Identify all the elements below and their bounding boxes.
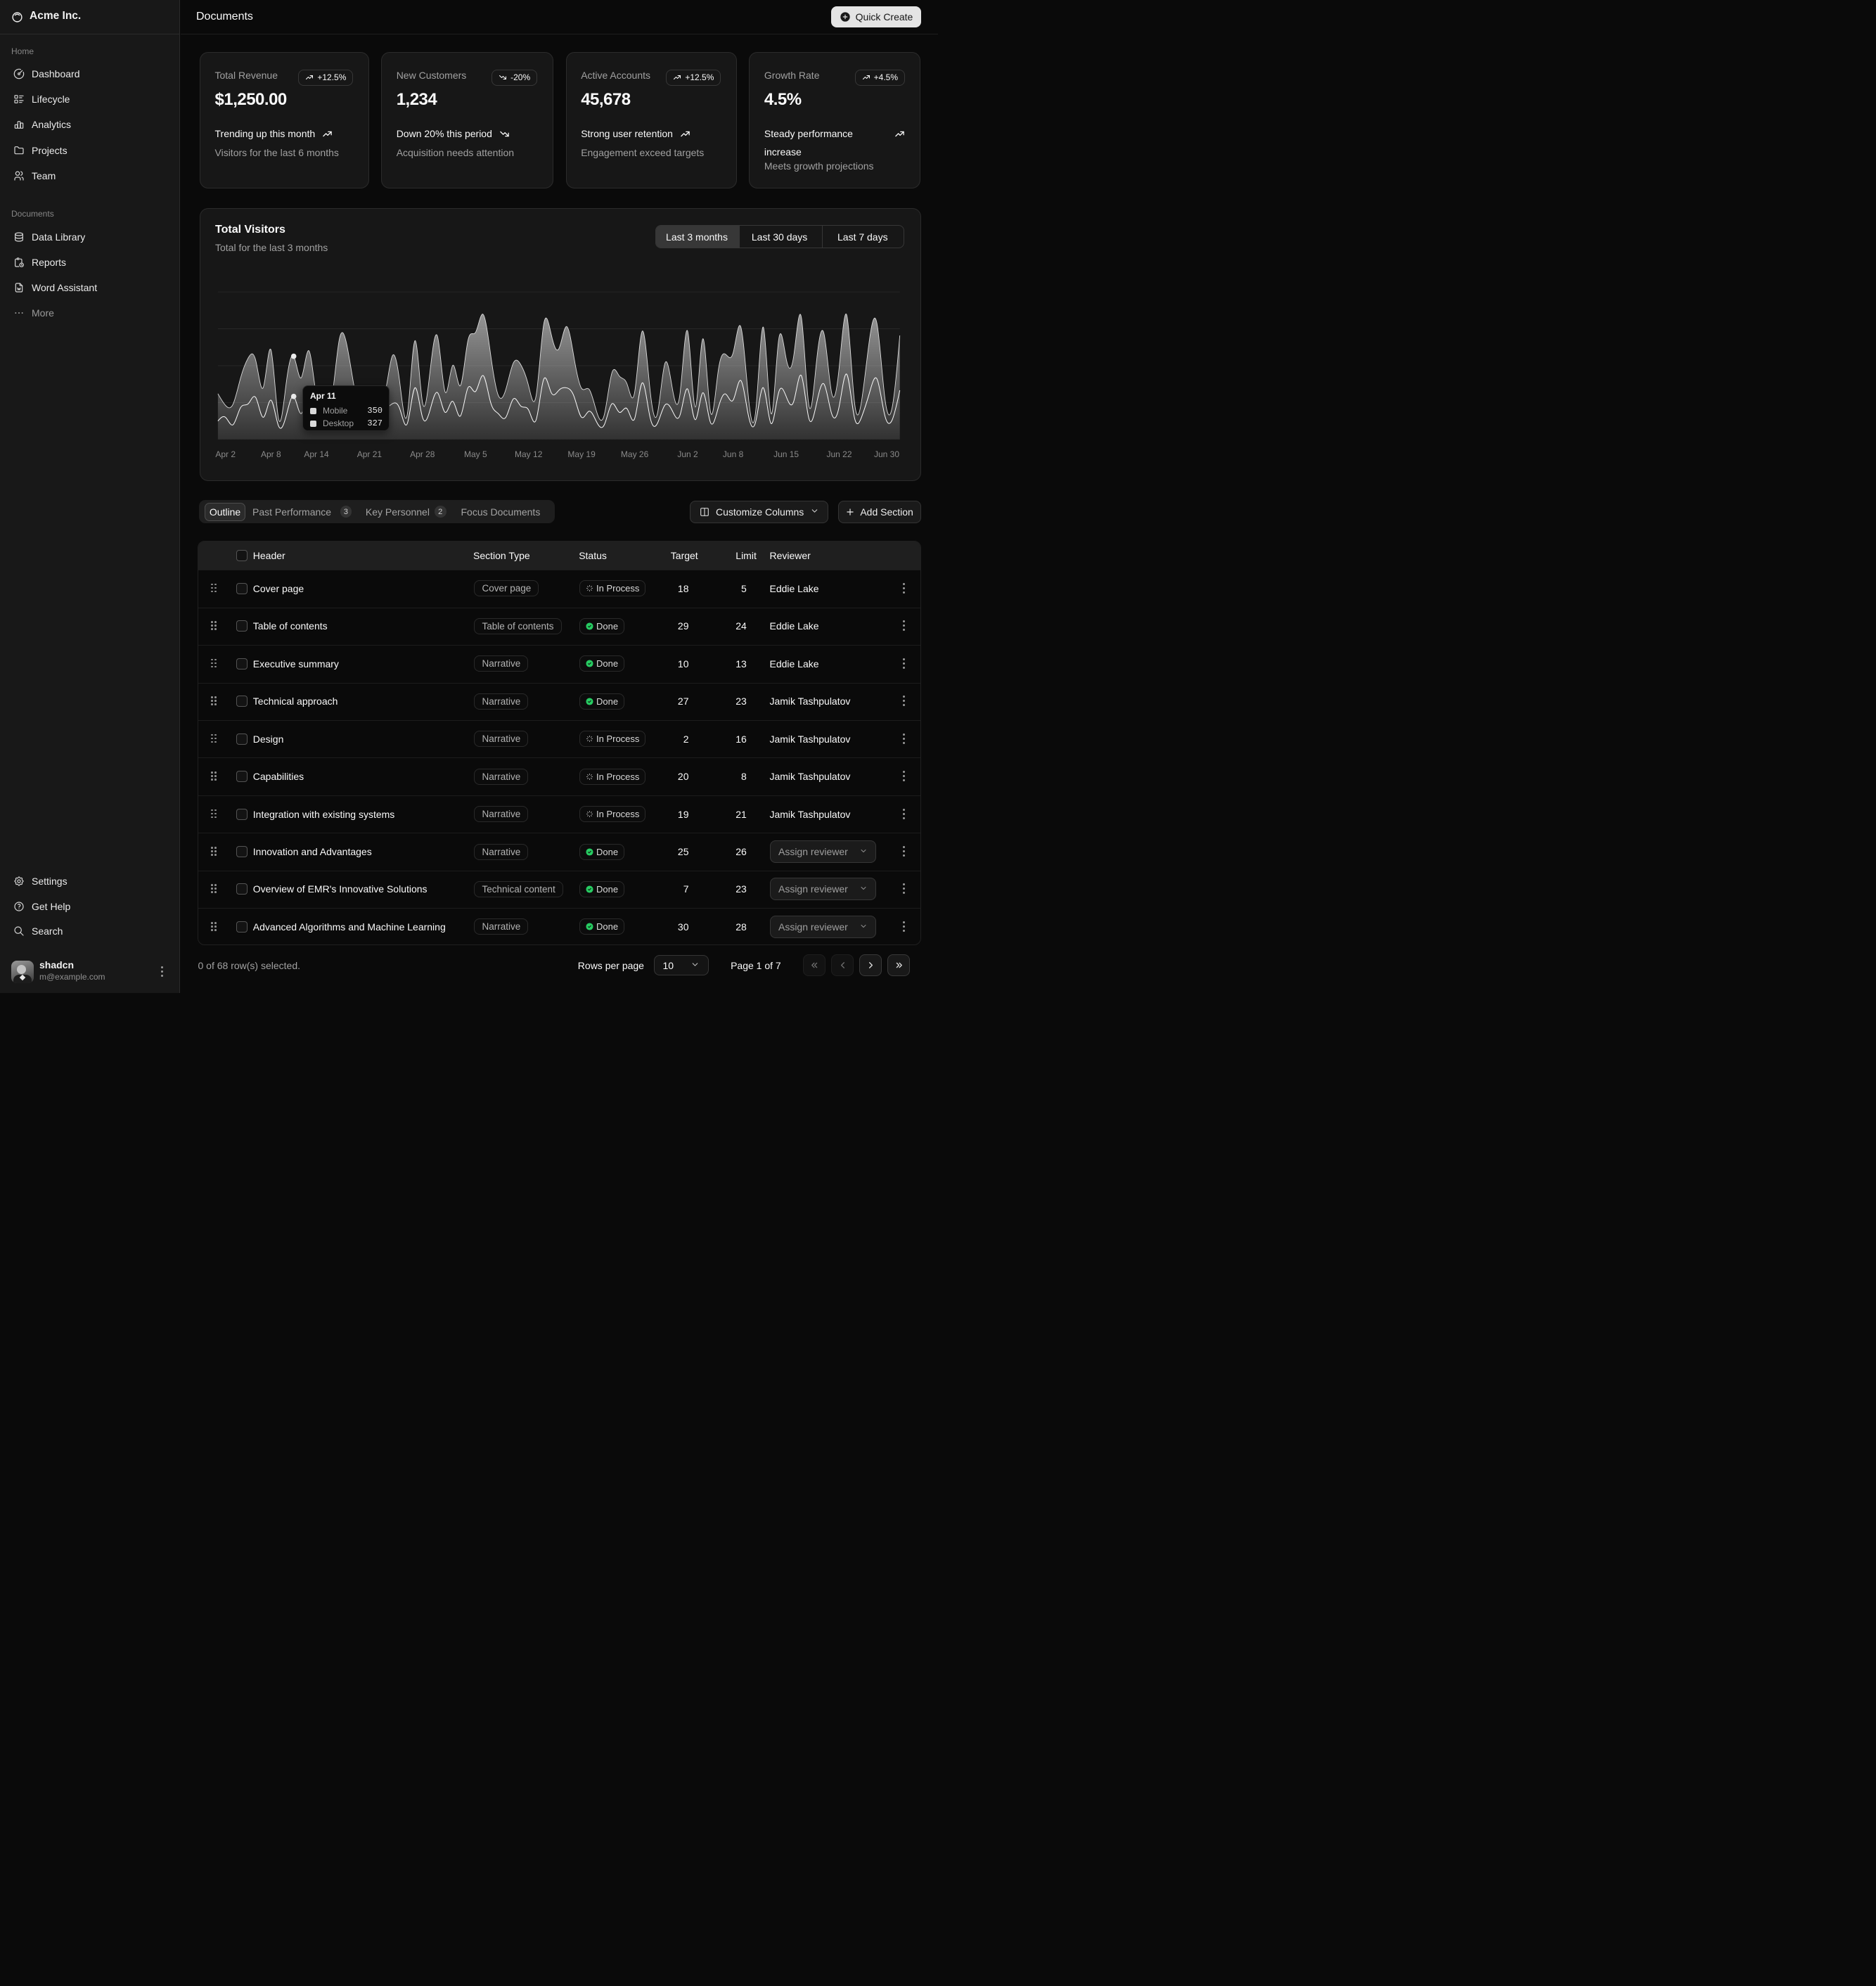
svg-text:Jun 30: Jun 30 bbox=[874, 449, 899, 459]
svg-text:Apr 28: Apr 28 bbox=[410, 449, 435, 459]
svg-text:Apr 21: Apr 21 bbox=[357, 449, 383, 459]
svg-text:Jun 8: Jun 8 bbox=[723, 449, 744, 459]
svg-text:May 12: May 12 bbox=[515, 449, 543, 459]
svg-text:Jun 15: Jun 15 bbox=[773, 449, 799, 459]
svg-text:Jun 22: Jun 22 bbox=[826, 449, 852, 459]
svg-text:May 26: May 26 bbox=[621, 449, 649, 459]
svg-text:Apr 14: Apr 14 bbox=[304, 449, 329, 459]
svg-text:May 19: May 19 bbox=[567, 449, 596, 459]
svg-text:Apr 8: Apr 8 bbox=[261, 449, 281, 459]
svg-text:Jun 2: Jun 2 bbox=[677, 449, 698, 459]
svg-text:Apr 2: Apr 2 bbox=[215, 449, 236, 459]
svg-text:May 5: May 5 bbox=[464, 449, 487, 459]
